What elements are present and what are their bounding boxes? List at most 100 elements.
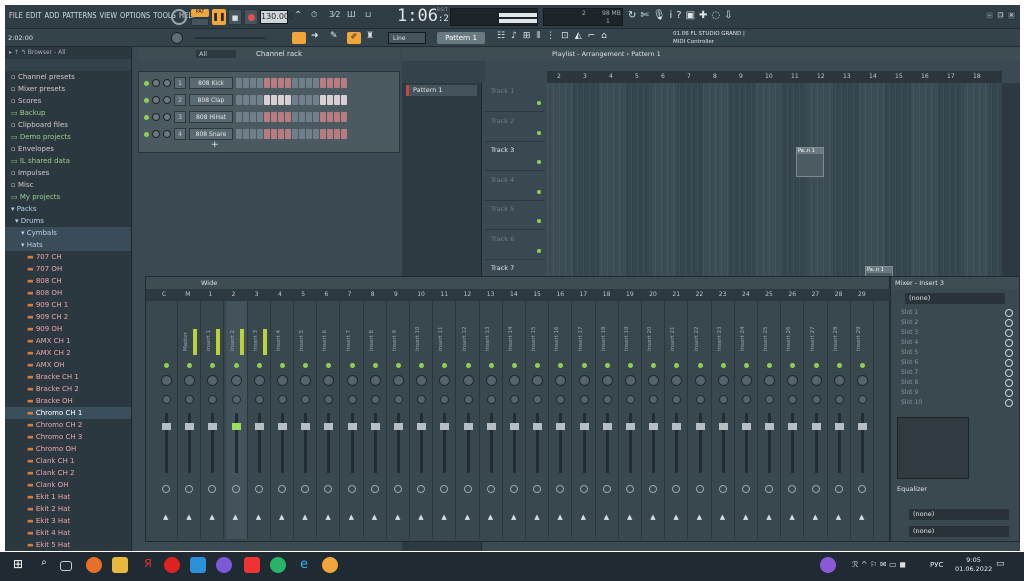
- browser-item[interactable]: ▭ Demo projects: [5, 131, 131, 143]
- slot-mix-knob[interactable]: [1005, 349, 1013, 357]
- step-button[interactable]: [271, 95, 277, 105]
- fader-cap[interactable]: [742, 423, 751, 430]
- pan-knob[interactable]: [694, 375, 706, 386]
- volume-fader[interactable]: [579, 413, 589, 473]
- effect-slot[interactable]: Slot 1: [897, 308, 1013, 318]
- route-knob[interactable]: [347, 485, 356, 493]
- track-mute-led[interactable]: [537, 160, 541, 164]
- channel-rack-icon[interactable]: ⋮: [546, 31, 555, 41]
- pan-knob[interactable]: [207, 375, 219, 386]
- pan-knob[interactable]: [393, 375, 404, 386]
- restore-icon[interactable]: ❐: [996, 11, 1005, 20]
- app-icon-1[interactable]: [190, 557, 206, 573]
- step-button[interactable]: [285, 112, 291, 122]
- route-knob[interactable]: [533, 485, 542, 493]
- route-knob[interactable]: [788, 485, 797, 493]
- browser-item[interactable]: ▬ Clank OH: [5, 479, 131, 491]
- volume-fader[interactable]: [254, 413, 264, 473]
- channel-led[interactable]: [144, 80, 149, 86]
- step-button[interactable]: [327, 78, 333, 88]
- pan-knob[interactable]: [230, 375, 242, 386]
- insert-strip[interactable]: Insert 2 ▲: [225, 301, 248, 539]
- channel-led[interactable]: [144, 97, 149, 103]
- track-mute-led[interactable]: [537, 219, 541, 223]
- help-icon[interactable]: ?: [676, 10, 681, 21]
- slot-mix-knob[interactable]: [1005, 329, 1013, 337]
- route-knob[interactable]: [440, 485, 449, 493]
- browser-item[interactable]: ▾ Drums: [5, 215, 131, 227]
- step-button[interactable]: [292, 95, 298, 105]
- channel-led[interactable]: [144, 131, 149, 137]
- arrow-icon[interactable]: ➜: [311, 31, 319, 41]
- channel-vol-knob[interactable]: [163, 96, 171, 104]
- step-button[interactable]: [278, 112, 284, 122]
- tempo-tap-icon[interactable]: ◭: [575, 31, 582, 41]
- browser-item[interactable]: ▬ 707 OH: [5, 263, 131, 275]
- track-header[interactable]: Track 1: [485, 83, 545, 112]
- insert-strip[interactable]: Insert 24 ▲: [736, 301, 758, 539]
- track-header[interactable]: Track 5: [485, 201, 545, 230]
- stereo-knob[interactable]: [742, 395, 751, 404]
- volume-fader[interactable]: [695, 413, 705, 473]
- track-header[interactable]: Track 2: [485, 113, 545, 142]
- pan-knob[interactable]: [625, 375, 636, 386]
- step-button[interactable]: [264, 129, 270, 139]
- route-knob[interactable]: [556, 485, 565, 493]
- insert-strip[interactable]: Insert 3 ▲: [249, 301, 271, 539]
- send-arrow-icon[interactable]: ▲: [186, 513, 191, 521]
- route-knob[interactable]: [370, 485, 379, 493]
- browser-item[interactable]: ▬ Chromo CH 3: [5, 431, 131, 443]
- strip-led[interactable]: [813, 363, 819, 368]
- send-arrow-icon[interactable]: ▲: [627, 513, 632, 521]
- send-arrow-icon[interactable]: ▲: [697, 513, 702, 521]
- send-arrow-icon[interactable]: ▲: [534, 513, 539, 521]
- insert-strip[interactable]: Insert 21 ▲: [666, 301, 689, 539]
- fader-cap[interactable]: [672, 423, 682, 430]
- stereo-knob[interactable]: [788, 395, 798, 404]
- opera-icon[interactable]: [164, 557, 180, 573]
- route-knob[interactable]: [695, 485, 704, 493]
- stereo-knob[interactable]: [533, 395, 543, 404]
- strip-led[interactable]: [419, 363, 425, 368]
- step-button[interactable]: [320, 78, 326, 88]
- track-mute-led[interactable]: [537, 189, 541, 194]
- volume-fader[interactable]: [510, 413, 519, 473]
- channel-vol-knob[interactable]: [163, 113, 171, 121]
- step-button[interactable]: [320, 112, 326, 122]
- effect-slot[interactable]: Slot 9: [897, 388, 1013, 398]
- strip-led[interactable]: [512, 363, 517, 368]
- volume-fader[interactable]: [486, 413, 496, 473]
- step-button[interactable]: [320, 95, 326, 105]
- stereo-knob[interactable]: [417, 395, 427, 404]
- volume-fader[interactable]: [788, 413, 798, 473]
- pan-knob[interactable]: [532, 375, 544, 386]
- info-icon[interactable]: ⅰ: [669, 10, 672, 21]
- fader-cap[interactable]: [301, 423, 311, 430]
- step-button[interactable]: [327, 95, 333, 105]
- plugin-db-icon[interactable]: ⊡: [561, 31, 569, 41]
- step-button[interactable]: [243, 129, 249, 139]
- volume-fader[interactable]: [324, 413, 334, 473]
- channel-number[interactable]: 1: [174, 77, 186, 89]
- stereo-knob[interactable]: [579, 395, 589, 404]
- slot-mix-knob[interactable]: [1005, 369, 1013, 377]
- fader-cap[interactable]: [486, 423, 496, 430]
- mixer-icon[interactable]: ⫴: [536, 31, 540, 41]
- menu-edit[interactable]: EDIT: [26, 11, 42, 20]
- step-button[interactable]: [306, 78, 312, 88]
- step-button[interactable]: [236, 129, 242, 139]
- channel-number[interactable]: 4: [174, 128, 186, 140]
- browser-item[interactable]: ▬ Ekit 4 Hat: [5, 527, 131, 539]
- strip-led[interactable]: [465, 363, 471, 368]
- strip-led[interactable]: [442, 363, 448, 368]
- pan-knob[interactable]: [184, 375, 196, 386]
- strip-led[interactable]: [303, 363, 309, 368]
- stereo-knob[interactable]: [162, 395, 171, 404]
- news-panel[interactable]: 01.06 FL STUDIO GRAND | MIDI Controller: [673, 30, 763, 46]
- slot-mix-knob[interactable]: [1005, 399, 1013, 407]
- step-button[interactable]: [285, 78, 291, 88]
- app-icon-2[interactable]: [216, 557, 232, 573]
- record-button[interactable]: [244, 9, 258, 25]
- mode-song-button[interactable]: [191, 18, 209, 26]
- mode-pat-button[interactable]: PAT: [191, 9, 209, 17]
